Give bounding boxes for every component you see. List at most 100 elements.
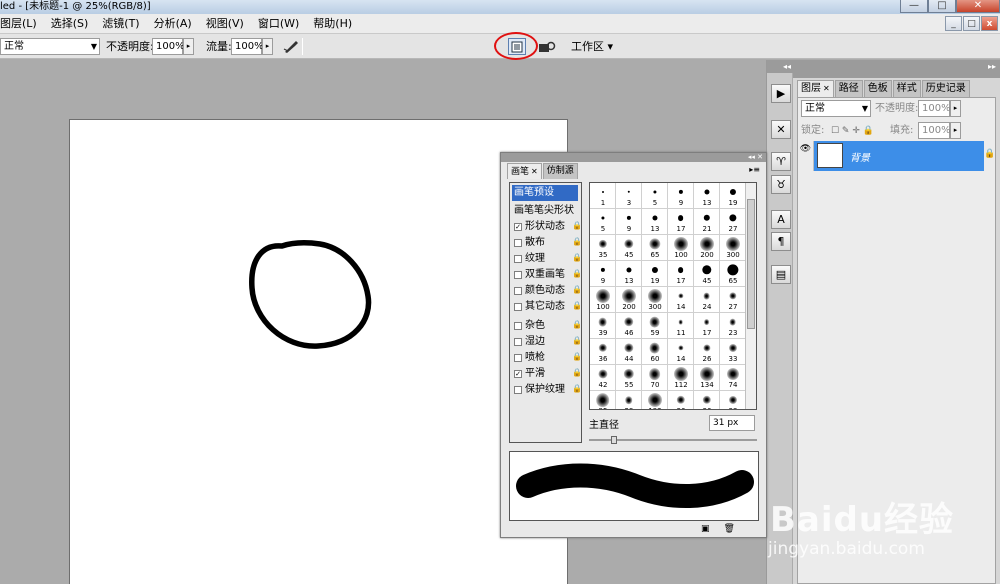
checkbox[interactable] [514, 255, 522, 263]
character-icon[interactable]: A [771, 210, 791, 229]
checkbox[interactable] [514, 338, 522, 346]
tab-paths[interactable]: 路径 [834, 80, 863, 97]
brush-preset[interactable]: 29 [616, 391, 642, 409]
slider-knob[interactable] [611, 436, 617, 444]
tab-clone-source[interactable]: 仿制源 [542, 163, 578, 179]
brush-preset[interactable]: 9 [590, 261, 616, 287]
brush-preset[interactable]: 100 [668, 235, 694, 261]
brush-preset[interactable]: 300 [720, 235, 746, 261]
new-preset-icon[interactable]: ▣ [701, 524, 710, 534]
opacity-input[interactable]: 100% [152, 38, 185, 55]
brush-preset[interactable]: 14 [668, 339, 694, 365]
checkbox[interactable] [514, 354, 522, 362]
brush-panel-collapse-icon[interactable]: ◂◂ ✕ [501, 153, 766, 162]
menu-window[interactable]: 窗口(W) [251, 14, 306, 34]
checkbox[interactable] [514, 303, 522, 311]
lock-icon[interactable]: 🔒 [572, 285, 582, 294]
brush-preset[interactable]: 27 [720, 287, 746, 313]
menu-filter[interactable]: 滤镜(T) [95, 14, 146, 34]
flow-input[interactable]: 100% [231, 38, 264, 55]
menu-help[interactable]: 帮助(H) [306, 14, 359, 34]
brush-preset[interactable]: 27 [720, 209, 746, 235]
brush-preset[interactable]: 17 [668, 261, 694, 287]
brush-preset[interactable]: 33 [720, 339, 746, 365]
close-button[interactable]: ✕ [956, 0, 1000, 13]
brush-preset[interactable]: 1 [590, 183, 616, 209]
brush-presets-item[interactable]: 画笔预设 [510, 185, 581, 201]
brush-preset[interactable]: 112 [668, 365, 694, 391]
checkbox[interactable]: ✓ [514, 370, 522, 378]
brush-preset[interactable]: 14 [668, 287, 694, 313]
brush-option-item[interactable]: 纹理 🔒 [510, 251, 582, 267]
brush-option-item[interactable]: 散布 🔒 [510, 235, 582, 251]
brush-preset[interactable]: 300 [642, 287, 668, 313]
delete-icon[interactable]: 🗑 [724, 524, 735, 534]
brush-preset[interactable]: 192 [642, 391, 668, 409]
brush-option-item[interactable]: ✓ 平滑 🔒 [510, 366, 582, 382]
brush-preset[interactable]: 55 [616, 365, 642, 391]
panel-expand-icon[interactable]: ▸▸ [793, 60, 1000, 78]
tab-swatches[interactable]: 色板 [863, 80, 892, 97]
brush-option-item[interactable]: 双重画笔 🔒 [510, 267, 582, 283]
tab-styles[interactable]: 样式 [892, 80, 921, 97]
doc-close-button[interactable]: x [981, 16, 998, 31]
close-icon[interactable]: ✕ [531, 167, 538, 176]
tab-layers[interactable]: 图层 ✕ [797, 80, 834, 97]
paragraph-icon[interactable]: ¶ [771, 232, 791, 251]
brush-preset[interactable]: 13 [694, 183, 720, 209]
brush-preset[interactable]: 24 [694, 287, 720, 313]
lock-icon[interactable]: 🔒 [572, 352, 582, 361]
maximize-button[interactable]: □ [928, 0, 956, 13]
workspace-menu[interactable]: 工作区 ▾ [571, 34, 613, 59]
brush-preset[interactable]: 74 [720, 365, 746, 391]
layer-opacity-dropdown[interactable]: ▸ [950, 100, 961, 117]
checkbox[interactable]: ✓ [514, 223, 522, 231]
scrollbar-thumb[interactable] [747, 199, 755, 329]
brush-preset[interactable]: 60 [642, 339, 668, 365]
brush-preset[interactable]: 21 [694, 209, 720, 235]
brush-preset[interactable]: 11 [668, 313, 694, 339]
layer-selected[interactable]: 背景 🔒 [814, 141, 995, 171]
brush-preset[interactable]: 70 [642, 365, 668, 391]
lock-options-icon[interactable]: ☐ ✎ ✛ 🔒 [831, 122, 874, 140]
brush-preset[interactable]: 200 [694, 235, 720, 261]
brush-preset[interactable]: 13 [642, 209, 668, 235]
brush-preset[interactable]: 5 [590, 209, 616, 235]
fill-input[interactable]: 100% [918, 122, 951, 139]
lock-icon[interactable]: 🔒 [572, 368, 582, 377]
brush-option-item[interactable]: 湿边 🔒 [510, 334, 582, 350]
fill-dropdown[interactable]: ▸ [950, 122, 961, 139]
brush-preset[interactable]: 36 [694, 391, 720, 409]
brush-preset[interactable]: 36 [590, 339, 616, 365]
tools-preset-icon[interactable]: ✕ [771, 120, 791, 139]
clone-source-icon[interactable]: ♉ [771, 175, 791, 194]
checkbox[interactable] [514, 239, 522, 247]
lock-icon[interactable]: 🔒 [572, 237, 582, 246]
brush-preset[interactable]: 35 [590, 235, 616, 261]
brush-preset[interactable]: 19 [720, 183, 746, 209]
actions-icon[interactable]: ▶ [771, 84, 791, 103]
minimize-button[interactable]: — [900, 0, 928, 13]
brush-preset[interactable]: 23 [720, 313, 746, 339]
brush-preset[interactable]: 65 [720, 261, 746, 287]
brush-preset[interactable]: 46 [616, 313, 642, 339]
airbrush-icon[interactable] [282, 38, 300, 55]
brush-preset-grid[interactable]: 1 3 5 9 13 19 5 9 13 17 21 27 35 45 65 100 200 300 9 13 19 17… [589, 182, 757, 410]
blend-mode-select[interactable]: 正常 ▼ [801, 100, 871, 117]
doc-minimize-button[interactable]: _ [945, 16, 962, 31]
brush-preset[interactable]: 45 [694, 261, 720, 287]
lock-icon[interactable]: 🔒 [572, 320, 582, 329]
brush-preset[interactable]: 26 [694, 339, 720, 365]
brush-preset[interactable]: 9 [668, 183, 694, 209]
checkbox[interactable] [514, 322, 522, 330]
brush-option-item[interactable]: 杂色 🔒 [510, 318, 582, 334]
brush-option-item[interactable]: 保护纹理 🔒 [510, 382, 582, 398]
menu-view[interactable]: 视图(V) [199, 14, 251, 34]
brush-preset[interactable]: 13 [616, 261, 642, 287]
brush-preset[interactable]: 36 [668, 391, 694, 409]
menu-select[interactable]: 选择(S) [44, 14, 96, 34]
layer-row-background[interactable]: 👁 背景 🔒 [798, 141, 995, 171]
brush-option-item[interactable]: 颜色动态 🔒 [510, 283, 582, 299]
checkbox[interactable] [514, 287, 522, 295]
lock-icon[interactable]: 🔒 [572, 336, 582, 345]
